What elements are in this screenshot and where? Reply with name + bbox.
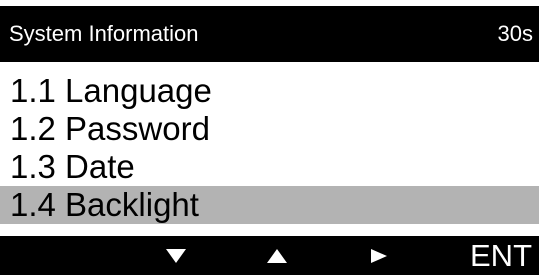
menu-item-label: 1.2 Password (10, 110, 210, 147)
menu-item-label: 1.4 Backlight (10, 186, 199, 223)
menu-item-password[interactable]: 1.2 Password (0, 110, 539, 148)
right-arrow-icon (367, 247, 391, 265)
down-arrow-icon (164, 247, 188, 265)
up-arrow-icon (265, 247, 289, 265)
title-bar: System Information 30s (0, 6, 539, 62)
enter-key[interactable]: ENT (450, 236, 532, 275)
softkey-bar: ENT (0, 236, 539, 275)
up-key[interactable] (263, 236, 291, 275)
countdown-timer: 30s (497, 21, 533, 46)
right-key[interactable] (365, 236, 393, 275)
menu-item-backlight[interactable]: 1.4 Backlight (0, 186, 539, 224)
enter-key-label: ENT (470, 238, 532, 273)
menu-item-label: 1.1 Language (10, 72, 212, 109)
screen-title: System Information (9, 21, 199, 46)
menu-item-date[interactable]: 1.3 Date (0, 148, 539, 186)
menu-list: 1.1 Language 1.2 Password 1.3 Date 1.4 B… (0, 72, 539, 224)
menu-item-language[interactable]: 1.1 Language (0, 72, 539, 110)
lcd-screen: System Information 30s 1.1 Language 1.2 … (0, 0, 539, 275)
menu-item-label: 1.3 Date (10, 148, 135, 185)
down-key[interactable] (162, 236, 190, 275)
